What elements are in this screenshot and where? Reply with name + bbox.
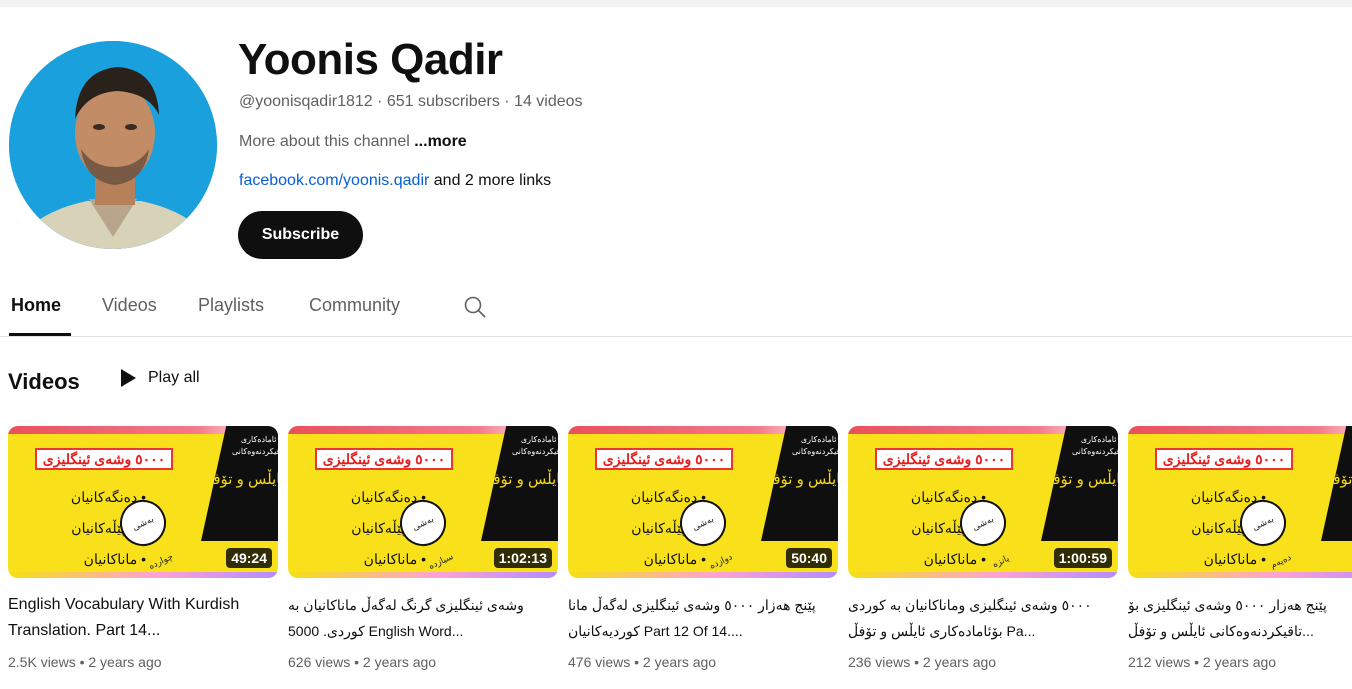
video-meta: 212 views • 2 years ago [1128,654,1277,670]
thumb-panel-main-text: ئایڵس و تۆفڵ [761,471,838,488]
thumb-panel-top-text: بۆ ئامادەکاری تاقیکردنەوەکانی [1321,434,1352,458]
video-duration: 1:02:13 [493,548,552,568]
video-thumbnail[interactable]: ٥٠٠٠ وشەی ئینگلیزی • دەنگەکانیان • سپێڵە… [568,426,838,578]
video-card[interactable]: ٥٠٠٠ وشەی ئینگلیزی • دەنگەکانیان • سپێڵە… [1128,426,1352,670]
channel-avatar[interactable] [9,41,217,249]
video-meta: 2.5K views • 2 years ago [8,654,162,670]
active-tab-indicator [9,333,71,336]
video-meta: 476 views • 2 years ago [568,654,717,670]
play-icon [121,369,136,387]
video-card[interactable]: ٥٠٠٠ وشەی ئینگلیزی • دەنگەکانیان • سپێڵە… [288,426,558,670]
thumb-bullet: • ماناکانیان [363,551,426,567]
thumb-heading: ٥٠٠٠ وشەی ئینگلیزی [875,448,1013,470]
video-duration: 49:24 [226,548,272,568]
shelf-title: Videos [8,369,80,394]
video-card[interactable]: ٥٠٠٠ وشەی ئینگلیزی • دەنگەکانیان • سپێڵە… [8,426,278,670]
subscribe-button[interactable]: Subscribe [238,211,363,259]
avatar-photo [9,41,217,249]
thumb-panel-main-text: ئایڵس و تۆفڵ [481,471,558,488]
tab-community[interactable]: Community [309,295,400,316]
play-all-button[interactable]: Play all [121,369,200,387]
thumb-black-panel: بۆ ئامادەکاری تاقیکردنەوەکانی ئایڵس و تۆ… [1321,426,1352,541]
play-all-label: Play all [148,369,200,386]
channel-tabs: Home Videos Playlists Community [0,285,1352,337]
thumb-bottom-bar [1128,572,1352,578]
video-card[interactable]: ٥٠٠٠ وشەی ئینگلیزی • دەنگەکانیان • سپێڵە… [848,426,1118,670]
video-title[interactable]: پێنج هەزار ٥٠٠٠ وشەی ئینگلیزی بۆ تاقیکرد… [1128,592,1352,644]
thumb-bullet: • ماناکانیان [83,551,146,567]
about-more-link[interactable]: ...more [414,133,466,150]
channel-page: Yoonis Qadir @yoonisqadir1812 · 651 subs… [0,7,1352,689]
channel-about[interactable]: More about this channel ...more [239,133,467,151]
thumb-bullet: • ماناکانیان [643,551,706,567]
video-title[interactable]: پێنج هەزار ٥٠٠٠ وشەی ئینگلیزی لەگەڵ مانا… [568,592,838,644]
thumb-bottom-bar [8,572,278,578]
thumb-bottom-bar [568,572,838,578]
more-links[interactable]: and 2 more links [434,172,551,189]
thumb-bullet: • ماناکانیان [1203,551,1266,567]
thumb-panel-main-text: ئایڵس و تۆفڵ [1321,471,1352,488]
tab-home[interactable]: Home [11,295,61,316]
thumb-bottom-bar [848,572,1118,578]
tab-playlists[interactable]: Playlists [198,295,264,316]
thumb-black-panel: بۆ ئامادەکاری تاقیکردنەوەکانی ئایڵس و تۆ… [761,426,838,541]
video-thumbnail[interactable]: ٥٠٠٠ وشەی ئینگلیزی • دەنگەکانیان • سپێڵە… [848,426,1118,578]
video-thumbnail[interactable]: ٥٠٠٠ وشەی ئینگلیزی • دەنگەکانیان • سپێڵە… [8,426,278,578]
thumb-panel-main-text: ئایڵس و تۆفڵ [1041,471,1118,488]
video-duration: 1:00:59 [1053,548,1112,568]
channel-name: Yoonis Qadir [238,35,503,84]
tab-videos[interactable]: Videos [102,295,157,316]
thumb-bullet: • ماناکانیان [923,551,986,567]
video-meta: 236 views • 2 years ago [848,654,997,670]
thumb-black-panel: بۆ ئامادەکاری تاقیکردنەوەکانی ئایڵس و تۆ… [201,426,278,541]
thumb-heading: ٥٠٠٠ وشەی ئینگلیزی [595,448,733,470]
thumb-panel-main-text: ئایڵس و تۆفڵ [201,471,278,488]
thumb-black-panel: بۆ ئامادەکاری تاقیکردنەوەکانی ئایڵس و تۆ… [1041,426,1118,541]
thumb-panel-top-text: بۆ ئامادەکاری تاقیکردنەوەکانی [231,435,278,456]
thumb-panel-top-text: بۆ ئامادەکاری تاقیکردنەوەکانی [791,435,838,456]
video-thumbnail[interactable]: ٥٠٠٠ وشەی ئینگلیزی • دەنگەکانیان • سپێڵە… [1128,426,1352,578]
search-icon[interactable] [462,294,488,320]
video-duration: 50:40 [786,548,832,568]
video-card[interactable]: ٥٠٠٠ وشەی ئینگلیزی • دەنگەکانیان • سپێڵە… [568,426,838,670]
thumb-heading: ٥٠٠٠ وشەی ئینگلیزی [315,448,453,470]
video-title[interactable]: وشەی ئینگلیزی گرنگ لەگەڵ ماناکانیان به ک… [288,592,558,644]
video-title[interactable]: English Vocabulary With Kurdish Translat… [8,592,278,644]
about-text: More about this channel [239,133,410,150]
video-meta: 626 views • 2 years ago [288,654,437,670]
facebook-link[interactable]: facebook.com/yoonis.qadir [239,172,429,189]
thumb-heading: ٥٠٠٠ وشەی ئینگلیزی [1155,448,1293,470]
thumb-bottom-bar [288,572,558,578]
thumb-panel-top-text: بۆ ئامادەکاری تاقیکردنەوەکانی [511,435,558,456]
channel-meta: @yoonisqadir1812 · 651 subscribers · 14 … [239,93,583,110]
video-thumbnail[interactable]: ٥٠٠٠ وشەی ئینگلیزی • دەنگەکانیان • سپێڵە… [288,426,558,578]
thumb-black-panel: بۆ ئامادەکاری تاقیکردنەوەکانی ئایڵس و تۆ… [481,426,558,541]
thumb-heading: ٥٠٠٠ وشەی ئینگلیزی [35,448,173,470]
video-title[interactable]: ٥٠٠٠ وشەی ئینگلیزی وماناکانیان به کوردی … [848,592,1118,644]
channel-links: facebook.com/yoonis.qadir and 2 more lin… [239,172,551,190]
thumb-panel-top-text: بۆ ئامادەکاری تاقیکردنەوەکانی [1071,435,1118,456]
thumb-accent-bar [1128,426,1352,434]
